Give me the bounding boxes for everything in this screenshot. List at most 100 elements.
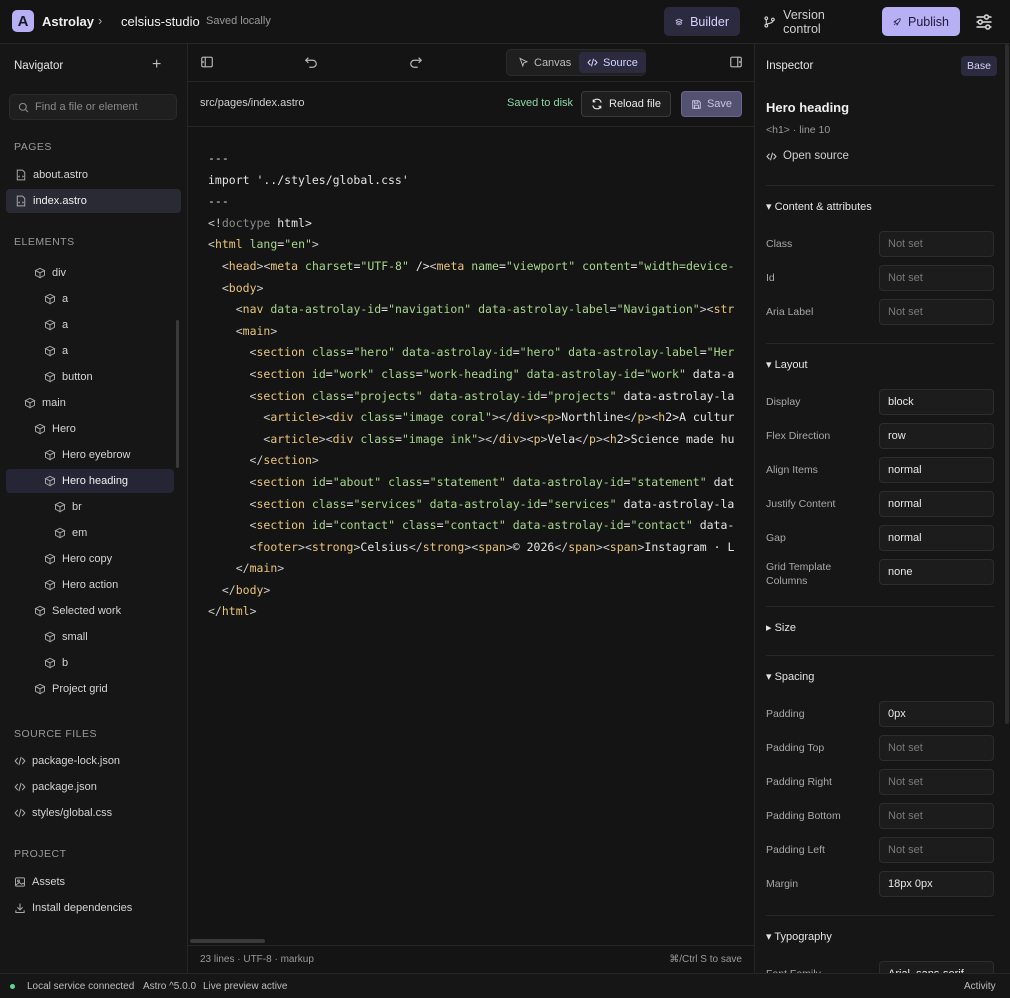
typography-group[interactable]: ▾ Typography [766,930,832,943]
tree-item[interactable]: a [6,339,174,363]
tree-item[interactable]: small [6,625,174,649]
save-button[interactable]: Save [681,91,742,117]
inspector-panel: Inspector Base Hero heading <h1> · line … [754,44,1010,973]
navigator-panel: Navigator + PAGES about.astro index.astr… [0,44,188,973]
canvas-mode-tab[interactable]: Canvas [510,52,579,73]
tree-item-label: Project grid [52,683,108,695]
tree-item[interactable]: br [6,495,174,519]
property-value-field[interactable]: 0px [879,701,994,727]
page-item-about[interactable]: about.astro [6,163,181,187]
source-mode-tab[interactable]: Source [579,52,646,73]
page-item-index[interactable]: index.astro [6,189,181,213]
property-value-field[interactable]: Not set [879,769,994,795]
property-value-field[interactable]: Not set [879,231,994,257]
tree-item[interactable]: button [6,365,174,389]
code-icon [766,152,777,160]
version-control-button[interactable]: Version control [752,7,872,36]
tree-item[interactable]: Hero copy [6,547,174,571]
search-icon [18,102,29,112]
selected-element-meta: <h1> · line 10 [766,124,831,136]
breakpoint-badge[interactable]: Base [961,56,997,76]
editor-footer: 23 lines · UTF-8 · markup ⌘/Ctrl S to sa… [188,945,754,973]
redo-icon[interactable] [409,55,423,69]
publish-button[interactable]: Publish [882,7,960,36]
property-label: Padding Left [766,844,825,856]
project-name[interactable]: celsius-studio [121,14,200,29]
property-value-field[interactable]: Not set [879,265,994,291]
property-value-field[interactable]: block [879,389,994,415]
assets-item[interactable]: Assets [6,870,181,894]
tree-item[interactable]: Selected work [6,599,174,623]
tree-item[interactable]: Hero heading [6,469,174,493]
tree-item[interactable]: Hero [6,417,174,441]
content-attributes-group[interactable]: ▾ Content & attributes [766,200,872,213]
property-value-field[interactable]: 18px 0px [879,871,994,897]
builder-button[interactable]: Builder [664,7,740,36]
tree-item[interactable]: em [6,521,174,545]
element-cube-icon [34,605,46,617]
size-group[interactable]: ▸ Size [766,621,796,634]
property-value-field[interactable]: normal [879,491,994,517]
code-line: <section id="work" class="work-heading" … [249,366,735,381]
tree-scrollbar[interactable] [176,320,179,468]
tree-item-label: small [62,631,88,643]
source-file-label: package.json [32,781,97,793]
file-bar: src/pages/index.astro Saved to disk Relo… [188,82,754,127]
tree-item[interactable]: Project grid [6,677,174,701]
property-value-field[interactable]: Arial, sans-serif [879,961,994,973]
inspector-scrollbar[interactable] [1005,44,1009,724]
search-input[interactable] [35,101,175,113]
element-cube-icon [34,683,46,695]
tree-item[interactable]: a [6,287,174,311]
tree-item[interactable]: div [6,261,174,285]
layout-group[interactable]: ▾ Layout [766,358,808,371]
element-cube-icon [34,423,46,435]
element-cube-icon [44,371,56,383]
code-line: <article><div class="image coral"></div>… [263,410,735,425]
property-value-field[interactable]: normal [879,457,994,483]
undo-icon[interactable] [304,55,318,69]
element-cube-icon [54,501,66,513]
code-line: </main> [235,561,285,576]
property-value-field[interactable]: none [879,559,994,585]
property-value-field[interactable]: Not set [879,299,994,325]
source-file-item[interactable]: package.json [6,775,181,799]
sidebar-right-icon[interactable] [729,55,743,69]
tree-item[interactable]: Hero action [6,573,174,597]
property-value-field[interactable]: row [879,423,994,449]
property-value-field[interactable]: Not set [879,735,994,761]
element-cube-icon [44,475,56,487]
tree-item[interactable]: Hero eyebrow [6,443,174,467]
spacing-group[interactable]: ▾ Spacing [766,670,814,683]
tree-item[interactable]: b [6,651,174,675]
open-source-link[interactable]: Open source [766,150,849,162]
install-dependencies-item[interactable]: Install dependencies [6,896,181,920]
sliders-icon[interactable] [974,12,994,32]
source-file-item[interactable]: styles/global.css [6,801,181,825]
property-value-field[interactable]: Not set [879,837,994,863]
git-branch-icon [764,15,775,28]
tree-item[interactable]: main [6,391,174,415]
element-cube-icon [44,631,56,643]
assets-label: Assets [32,876,66,888]
code-icon [14,756,26,766]
code-area[interactable]: --- import '../styles/global.css' --- <!doc… [208,148,754,618]
source-file-item[interactable]: package-lock.json [6,749,181,773]
property-label: Gap [766,532,786,544]
astrolay-logo[interactable]: A [12,10,34,32]
property-label: Padding Bottom [766,810,841,822]
reload-file-button[interactable]: Reload file [581,91,671,117]
activity-button[interactable]: Activity [964,981,996,992]
property-value-field[interactable]: Not set [879,803,994,829]
property-value-field[interactable]: normal [879,525,994,551]
brand-name: Astrolay [42,14,95,29]
download-icon [15,903,25,914]
code-line: </html> [208,604,257,618]
save-label: Save [706,98,733,110]
plus-icon[interactable]: + [152,56,161,74]
sidebar-left-icon[interactable] [200,55,214,69]
horizontal-scrollbar[interactable] [190,939,265,943]
tree-item[interactable]: a [6,313,174,337]
element-cube-icon [24,397,36,409]
preview-status: Live preview active [203,981,288,992]
